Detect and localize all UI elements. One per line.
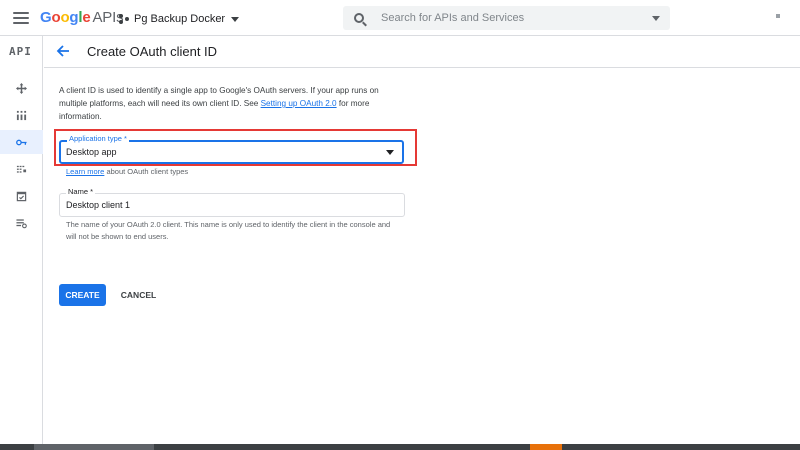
create-button[interactable]: CREATE: [59, 284, 106, 306]
application-type-label: Application type *: [67, 134, 129, 144]
menu-line: [13, 22, 29, 24]
api-badge: API: [9, 45, 32, 58]
menu-line: [13, 12, 29, 14]
application-type-select[interactable]: Application type * Desktop app: [59, 134, 404, 164]
logo-google: Google: [40, 9, 91, 26]
page-usage-icon: [16, 218, 27, 228]
back-arrow-icon[interactable]: [56, 44, 70, 58]
more-icon[interactable]: [776, 14, 780, 18]
oauth-consent-icon: [16, 165, 27, 173]
taskbar-segment-active: [530, 444, 562, 450]
learn-more-text: Learn more about OAuth client types: [66, 167, 188, 176]
learn-more-suffix: about OAuth client types: [104, 167, 189, 176]
search-bar[interactable]: Search for APIs and Services: [343, 6, 670, 30]
name-input[interactable]: Name * Desktop client 1: [59, 187, 405, 217]
search-input[interactable]: Search for APIs and Services: [381, 12, 652, 24]
nav-page-usage[interactable]: [0, 211, 43, 235]
nav-dashboard[interactable]: [0, 76, 43, 100]
taskbar-segment: [34, 444, 154, 450]
application-type-value: Desktop app: [66, 147, 117, 157]
page-header: Create OAuth client ID: [44, 36, 800, 68]
search-icon: [354, 13, 364, 23]
library-icon: [16, 110, 27, 120]
name-label: Name *: [66, 187, 96, 197]
learn-more-link[interactable]: Learn more: [66, 167, 104, 176]
page-title: Create OAuth client ID: [87, 44, 218, 59]
nav-oauth-consent[interactable]: [0, 157, 43, 181]
setting-up-oauth-link[interactable]: Setting up OAuth 2.0: [261, 99, 337, 108]
dropdown-arrow-icon: [386, 150, 394, 155]
bottom-taskbar: [0, 444, 800, 450]
intro-text: A client ID is used to identify a single…: [59, 84, 409, 123]
name-value[interactable]: Desktop client 1: [66, 200, 130, 210]
project-icon: [119, 14, 129, 24]
project-selector[interactable]: Pg Backup Docker: [119, 10, 240, 28]
key-icon: [16, 139, 27, 145]
nav-domain-verification[interactable]: [0, 184, 43, 208]
chevron-down-icon[interactable]: [652, 15, 660, 21]
main-menu-button[interactable]: [12, 9, 30, 27]
dashboard-icon: [16, 82, 27, 94]
google-apis-logo[interactable]: Google APIs: [40, 9, 124, 27]
nav-credentials[interactable]: [0, 130, 43, 154]
page: Google APIs Pg Backup Docker Search for A…: [0, 0, 800, 450]
top-bar: Google APIs Pg Backup Docker Search for A…: [0, 0, 800, 36]
left-nav: API: [0, 36, 43, 444]
project-name: Pg Backup Docker: [134, 13, 226, 25]
domain-verification-icon: [16, 191, 27, 201]
menu-line: [13, 17, 29, 19]
name-help-text: The name of your OAuth 2.0 client. This …: [66, 220, 391, 241]
chevron-down-icon: [231, 16, 240, 22]
cancel-button[interactable]: CANCEL: [115, 284, 162, 306]
nav-library[interactable]: [0, 103, 43, 127]
